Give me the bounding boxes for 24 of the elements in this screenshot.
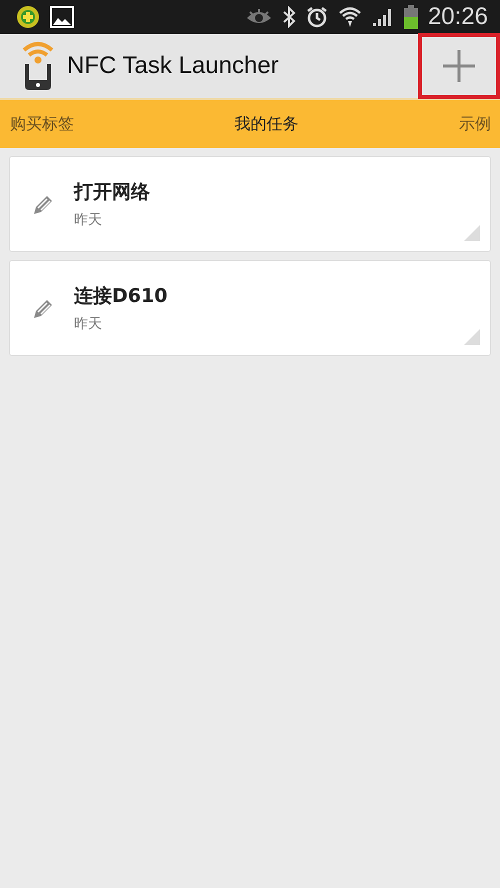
alarm-clock-icon xyxy=(306,6,328,28)
task-name: 打开网络 xyxy=(74,180,150,205)
wifi-icon xyxy=(338,6,362,28)
task-date: 昨天 xyxy=(74,315,103,333)
app-title: NFC Task Launcher xyxy=(67,52,280,80)
bluetooth-icon xyxy=(282,6,296,28)
battery-icon xyxy=(404,5,418,29)
task-date: 昨天 xyxy=(74,211,103,229)
task-name: 连接D610 xyxy=(74,284,168,309)
tab[interactable]: 示例 xyxy=(459,108,491,140)
task-card[interactable]: 打开网络 昨天 xyxy=(9,156,491,252)
eye-icon xyxy=(246,8,272,26)
task-card[interactable]: 连接D610 昨天 xyxy=(9,260,491,356)
corner-triangle-icon xyxy=(464,329,480,345)
image-icon xyxy=(50,6,74,28)
tab[interactable]: 我的任务 xyxy=(234,108,298,140)
tab[interactable]: 购买标签 xyxy=(10,108,74,140)
phone-wifi-logo-icon xyxy=(21,40,55,92)
corner-triangle-icon xyxy=(464,225,480,241)
app-logo-icon xyxy=(16,5,40,29)
plus-icon xyxy=(442,49,476,83)
add-button[interactable] xyxy=(418,33,500,99)
signal-icon xyxy=(372,7,394,27)
clock-time: 20:26 xyxy=(428,3,488,31)
